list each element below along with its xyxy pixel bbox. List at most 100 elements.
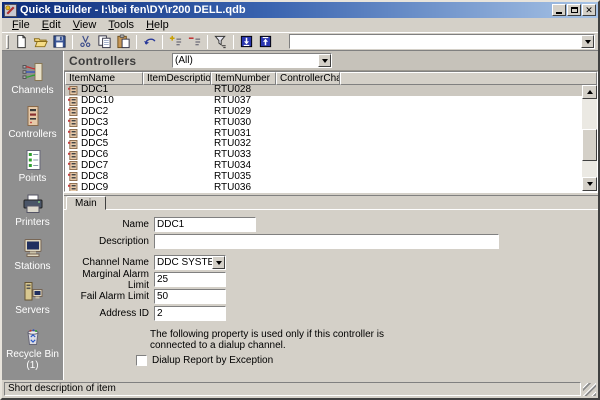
printers-icon xyxy=(22,193,44,215)
column-header-itemname[interactable]: ItemName xyxy=(65,72,143,85)
download-button[interactable] xyxy=(237,33,256,50)
scroll-down-button[interactable] xyxy=(582,177,597,191)
menu-view[interactable]: View xyxy=(67,19,103,31)
table-row[interactable]: DDC6 RTU033 xyxy=(65,150,582,161)
sidebar-item-channels[interactable]: Channels xyxy=(3,61,63,96)
cell-itemnumber: RTU030 xyxy=(211,118,276,128)
sidebar-item-recycle-bin[interactable]: Recycle Bin (1) xyxy=(3,325,63,371)
table-row[interactable]: DDC4 RTU031 xyxy=(65,128,582,139)
sidebar-item-servers[interactable]: Servers xyxy=(3,281,63,316)
cell-itemname: DDC1 xyxy=(81,85,108,95)
sidebar: Channels Controllers xyxy=(2,51,64,380)
menu-help[interactable]: Help xyxy=(140,19,175,31)
table-row[interactable]: DDC2 RTU029 xyxy=(65,107,582,118)
scrollbar-thumb[interactable] xyxy=(582,129,597,161)
controller-item-icon xyxy=(67,97,78,106)
table-row[interactable]: DDC5 RTU032 xyxy=(65,139,582,150)
cell-itemname: DDC2 xyxy=(81,107,108,117)
cell-itemname: DDC5 xyxy=(81,139,108,149)
fail-alarm-limit-field[interactable] xyxy=(154,289,226,304)
new-button[interactable] xyxy=(12,33,31,50)
cell-itemname: DDC10 xyxy=(81,96,114,106)
column-header-itemdescription[interactable]: ItemDescription xyxy=(143,72,211,85)
add-item-button[interactable] xyxy=(166,33,185,50)
menu-bar: File Edit View Tools Help xyxy=(2,18,598,32)
cell-itemnumber: RTU031 xyxy=(211,129,276,139)
filter-combobox-drop-button[interactable] xyxy=(318,54,331,67)
maximize-icon xyxy=(571,7,578,13)
close-button[interactable]: ✕ xyxy=(582,4,596,16)
cell-itemname: DDC6 xyxy=(81,150,108,160)
dialup-report-checkbox[interactable] xyxy=(136,355,147,366)
filter-combobox[interactable]: (All) xyxy=(172,53,332,68)
table-row[interactable]: DDC7 RTU034 xyxy=(65,161,582,172)
stations-icon xyxy=(22,237,44,259)
detail-tabstrip: Main xyxy=(64,196,598,210)
description-field[interactable] xyxy=(154,234,499,249)
channel-name-combobox[interactable]: DDC SYSTEM xyxy=(154,255,226,270)
paste-button[interactable] xyxy=(114,33,133,50)
table-row[interactable]: DDC9 RTU036 xyxy=(65,182,582,191)
scroll-up-icon xyxy=(587,87,593,94)
cell-itemnumber: RTU032 xyxy=(211,139,276,149)
toolbar-combobox[interactable] xyxy=(289,34,595,49)
marginal-alarm-limit-field[interactable] xyxy=(154,272,226,287)
sidebar-item-label: Points xyxy=(19,173,47,184)
menu-tools[interactable]: Tools xyxy=(102,19,140,31)
toolbar-combobox-value xyxy=(290,35,581,48)
controller-list-header: ItemName ItemDescription ItemNumber Cont… xyxy=(65,72,597,85)
sidebar-item-label: Controllers xyxy=(8,129,56,140)
save-button[interactable] xyxy=(50,33,69,50)
cut-button[interactable] xyxy=(76,33,95,50)
filter-button[interactable] xyxy=(211,33,230,50)
table-row[interactable]: DDC1 RTU028 xyxy=(65,85,582,96)
remove-item-icon xyxy=(187,34,202,49)
remove-item-button[interactable] xyxy=(185,33,204,50)
view-header: Controllers (All) xyxy=(64,51,598,71)
list-scrollbar[interactable] xyxy=(582,85,597,191)
menu-file[interactable]: File xyxy=(6,19,36,31)
toolbar-separator xyxy=(72,35,73,49)
sidebar-item-points[interactable]: Points xyxy=(3,149,63,184)
cell-itemnumber: RTU035 xyxy=(211,172,276,182)
address-id-field[interactable] xyxy=(154,306,226,321)
download-icon xyxy=(239,34,254,49)
resize-grip[interactable] xyxy=(583,383,596,396)
scroll-down-icon xyxy=(587,182,593,189)
copy-button[interactable] xyxy=(95,33,114,50)
table-row[interactable]: DDC10 RTU037 xyxy=(65,96,582,107)
open-button[interactable] xyxy=(31,33,50,50)
toolbar-separator xyxy=(207,35,208,49)
undo-button[interactable] xyxy=(140,33,159,50)
description-label: Description xyxy=(68,236,154,247)
cell-itemnumber: RTU029 xyxy=(211,107,276,117)
column-header-itemnumber[interactable]: ItemNumber xyxy=(211,72,276,85)
servers-icon xyxy=(22,281,44,303)
fail-alarm-limit-label: Fail Alarm Limit xyxy=(68,291,154,302)
channel-name-drop-button[interactable] xyxy=(212,256,225,269)
scrollbar-track[interactable] xyxy=(582,99,597,177)
column-header-controllerchannel[interactable]: ControllerChann... xyxy=(276,72,340,85)
name-field[interactable] xyxy=(154,217,256,232)
close-icon: ✕ xyxy=(585,6,593,14)
toolbar-combobox-drop-button[interactable] xyxy=(581,35,594,48)
sidebar-item-controllers[interactable]: Controllers xyxy=(3,105,63,140)
cell-itemname: DDC3 xyxy=(81,118,108,128)
scroll-up-button[interactable] xyxy=(582,85,597,99)
main-area: Controllers (All) ItemName ItemDescripti… xyxy=(64,51,598,380)
chevron-down-icon xyxy=(216,261,222,268)
tab-main[interactable]: Main xyxy=(66,196,106,210)
open-folder-icon xyxy=(33,34,48,49)
sidebar-item-stations[interactable]: Stations xyxy=(3,237,63,272)
table-row[interactable]: DDC3 RTU030 xyxy=(65,117,582,128)
table-row[interactable]: DDC8 RTU035 xyxy=(65,171,582,182)
sidebar-item-printers[interactable]: Printers xyxy=(3,193,63,228)
dialup-note: The following property is used only if t… xyxy=(150,329,432,351)
detail-pane: Main Name Description Channel Name DD xyxy=(64,196,598,380)
maximize-button[interactable] xyxy=(567,4,581,16)
menu-edit[interactable]: Edit xyxy=(36,19,67,31)
upload-button[interactable] xyxy=(256,33,275,50)
toolbar-grip[interactable] xyxy=(6,35,9,49)
controller-item-icon xyxy=(67,140,78,149)
minimize-button[interactable] xyxy=(552,4,566,16)
